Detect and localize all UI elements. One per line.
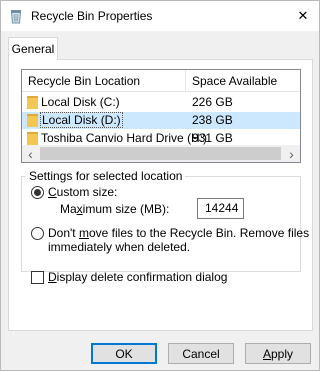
list-item-selected[interactable]: Local Disk (D:) 238 GB [22, 112, 300, 129]
horizontal-scrollbar[interactable]: ‹ › [22, 145, 300, 162]
dont-move-files-label-line2[interactable]: immediately when deleted. [48, 240, 190, 254]
chevron-right-icon: › [289, 145, 294, 162]
list-header: Recycle Bin Location Space Available [22, 70, 300, 92]
close-button[interactable]: ✕ [287, 1, 319, 31]
drive-folder-icon [27, 114, 38, 127]
close-icon: ✕ [297, 8, 309, 23]
list-item[interactable]: Local Disk (C:) 226 GB [22, 94, 300, 111]
location-name: Toshiba Canvio Hard Drive (H:) [41, 131, 208, 145]
properties-dialog: Recycle Bin Properties ✕ General Recycle… [0, 0, 320, 371]
scrollbar-thumb[interactable] [40, 147, 281, 160]
drive-folder-icon [27, 96, 38, 109]
recycle-bin-icon [10, 10, 22, 24]
confirm-dialog-checkbox[interactable] [31, 271, 44, 284]
ok-button[interactable]: OK [91, 343, 157, 364]
confirm-dialog-label[interactable]: Display delete confirmation dialog [48, 270, 227, 284]
dont-move-files-radio[interactable] [31, 227, 44, 240]
window-title: Recycle Bin Properties [31, 9, 153, 23]
space-available: 931 GB [192, 131, 233, 145]
drive-folder-icon [27, 132, 38, 145]
location-name: Local Disk (D:) [40, 112, 123, 128]
custom-size-radio[interactable] [31, 186, 44, 199]
space-available: 238 GB [192, 113, 233, 127]
location-name: Local Disk (C:) [41, 95, 120, 109]
settings-group-title: Settings for selected location [26, 169, 186, 183]
apply-button[interactable]: Apply [245, 343, 311, 364]
scroll-left-button[interactable]: ‹ [22, 145, 39, 162]
maximum-size-input[interactable]: 14244 [197, 198, 244, 219]
tab-panel-general: Recycle Bin Location Space Available Loc… [8, 59, 313, 331]
location-list[interactable]: Recycle Bin Location Space Available Loc… [21, 69, 301, 163]
chevron-left-icon: ‹ [28, 145, 33, 162]
maximum-size-label: Maximum size (MB): [60, 202, 170, 216]
title-bar[interactable]: Recycle Bin Properties ✕ [1, 1, 319, 31]
scroll-right-button[interactable]: › [283, 145, 300, 162]
tab-general[interactable]: General [8, 37, 58, 60]
column-header-space[interactable]: Space Available [186, 70, 300, 92]
column-header-location[interactable]: Recycle Bin Location [22, 70, 186, 92]
dont-move-files-label-line1[interactable]: Don't move files to the Recycle Bin. Rem… [48, 226, 309, 240]
custom-size-label[interactable]: Custom size: [48, 185, 117, 199]
space-available: 226 GB [192, 95, 233, 109]
cancel-button[interactable]: Cancel [168, 343, 234, 364]
